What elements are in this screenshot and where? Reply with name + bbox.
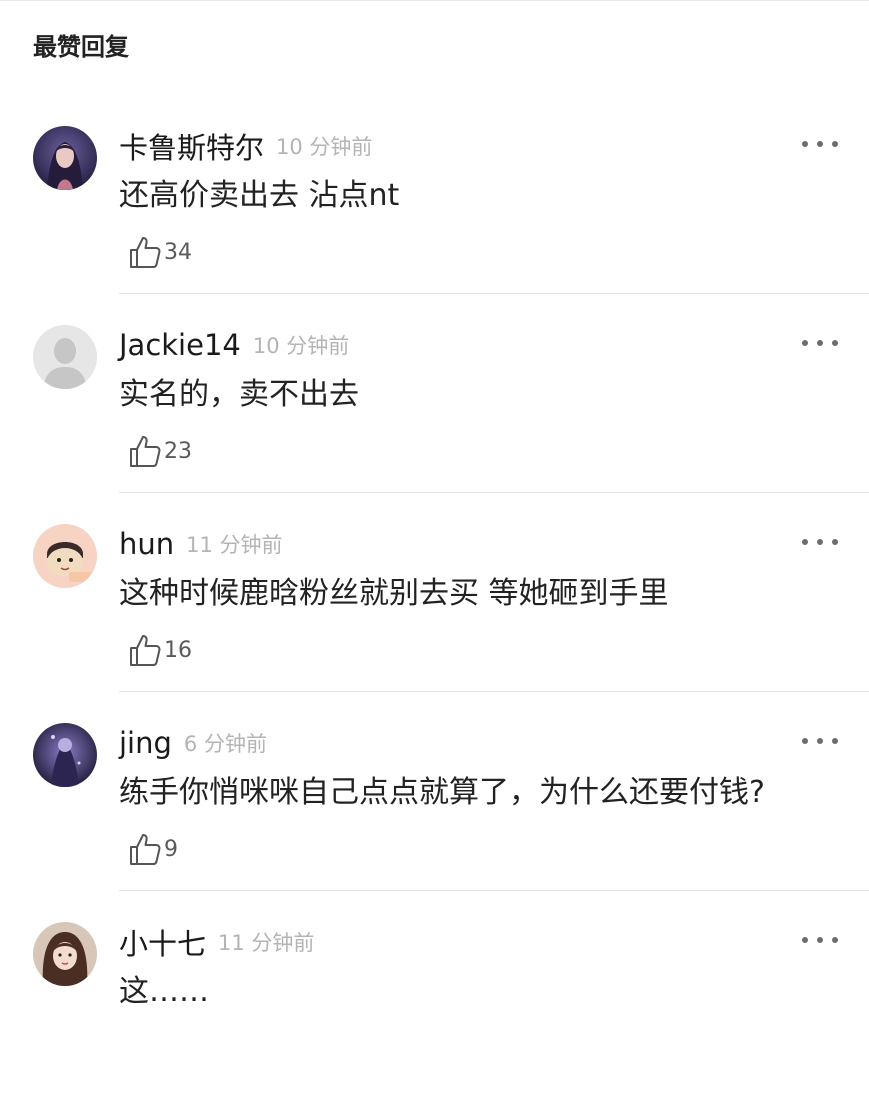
- comment-header: jing 6 分钟前: [119, 723, 267, 763]
- comment-text: 这……: [119, 974, 209, 1009]
- dark-fantasy-character-avatar-icon: [33, 126, 97, 190]
- timestamp: 10 分钟前: [276, 135, 373, 159]
- cartoon-boy-avatar-icon: [33, 524, 97, 588]
- comment-divider: [119, 293, 869, 294]
- girl-photo-avatar-icon: [33, 922, 97, 986]
- comment-item: jing 6 分钟前 练手你悄咪咪自己点点就算了，为什么还要付钱? 9: [0, 717, 869, 916]
- like-button[interactable]: 9: [129, 829, 178, 869]
- more-dots-icon: [832, 738, 838, 744]
- comment-list: 卡鲁斯特尔 10 分钟前 还高价卖出去 沾点nt 34 Jackie14 10 …: [0, 120, 869, 1115]
- more-dots-icon: [802, 738, 808, 744]
- comment-divider: [119, 890, 869, 891]
- more-dots-icon: [817, 937, 823, 943]
- thumbs-up-icon: [130, 436, 161, 467]
- more-dots-icon: [832, 141, 838, 147]
- more-dots-icon: [832, 937, 838, 943]
- like-button[interactable]: 23: [129, 431, 192, 471]
- username[interactable]: jing: [119, 726, 172, 760]
- dark-purple-figure-avatar-icon: [33, 723, 97, 787]
- username[interactable]: 小十七: [119, 921, 206, 963]
- thumbs-up-icon: [130, 834, 161, 865]
- comment-text: 还高价卖出去 沾点nt: [119, 178, 400, 213]
- comment-item: hun 11 分钟前 这种时候鹿晗粉丝就别去买 等她砸到手里 16: [0, 518, 869, 717]
- thumbs-up-icon: [130, 635, 161, 666]
- more-dots-icon: [802, 937, 808, 943]
- more-dots-icon: [802, 539, 808, 545]
- comment-item: Jackie14 10 分钟前 实名的，卖不出去 23: [0, 319, 869, 518]
- avatar[interactable]: [33, 723, 97, 787]
- comment-divider: [119, 492, 869, 493]
- comment-text: 练手你悄咪咪自己点点就算了，为什么还要付钱?: [119, 775, 765, 810]
- more-dots-icon: [832, 539, 838, 545]
- more-dots-icon: [832, 340, 838, 346]
- avatar[interactable]: [33, 325, 97, 389]
- avatar[interactable]: [33, 126, 97, 190]
- comment-header: 卡鲁斯特尔 10 分钟前: [119, 126, 372, 166]
- more-dots-icon: [802, 141, 808, 147]
- like-count: 34: [164, 239, 192, 265]
- timestamp: 11 分钟前: [186, 533, 283, 557]
- more-button[interactable]: [800, 132, 840, 156]
- like-button[interactable]: 34: [129, 232, 192, 272]
- timestamp: 11 分钟前: [218, 931, 315, 955]
- top-divider: [0, 0, 869, 1]
- more-button[interactable]: [800, 729, 840, 753]
- timestamp: 6 分钟前: [183, 732, 267, 756]
- comment-divider: [119, 691, 869, 692]
- comment-header: 小十七 11 分钟前: [119, 922, 314, 962]
- username[interactable]: 卡鲁斯特尔: [119, 125, 264, 167]
- comment-text: 实名的，卖不出去: [119, 377, 359, 412]
- username[interactable]: hun: [119, 527, 174, 561]
- comment-header: Jackie14 10 分钟前: [119, 325, 349, 365]
- more-dots-icon: [802, 340, 808, 346]
- more-dots-icon: [817, 539, 823, 545]
- timestamp: 10 分钟前: [252, 334, 350, 358]
- more-button[interactable]: [800, 331, 840, 355]
- more-dots-icon: [817, 141, 823, 147]
- comment-text: 这种时候鹿晗粉丝就别去买 等她砸到手里: [119, 576, 669, 611]
- more-button[interactable]: [800, 928, 840, 952]
- avatar[interactable]: [33, 524, 97, 588]
- avatar[interactable]: [33, 922, 97, 986]
- default-gray-person-avatar-icon: [33, 325, 97, 389]
- more-dots-icon: [817, 738, 823, 744]
- section-title: 最赞回复: [33, 33, 129, 61]
- like-count: 23: [164, 438, 192, 464]
- comment-item: 小十七 11 分钟前 这……: [0, 916, 869, 1115]
- thumbs-up-icon: [130, 237, 161, 268]
- comment-item: 卡鲁斯特尔 10 分钟前 还高价卖出去 沾点nt 34: [0, 120, 869, 319]
- like-count: 16: [164, 637, 192, 663]
- more-button[interactable]: [800, 530, 840, 554]
- comment-header: hun 11 分钟前: [119, 524, 283, 564]
- like-button[interactable]: 16: [129, 630, 192, 670]
- like-count: 9: [164, 836, 178, 862]
- username[interactable]: Jackie14: [119, 328, 241, 362]
- more-dots-icon: [817, 340, 823, 346]
